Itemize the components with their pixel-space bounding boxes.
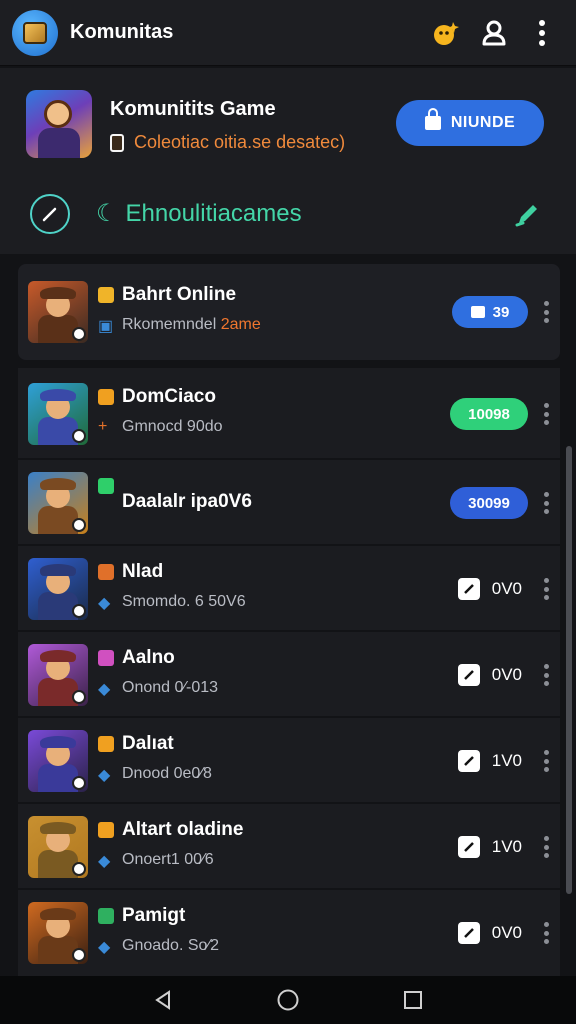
game-subtitle: Gnoado. So⁄2: [122, 937, 219, 954]
home-icon[interactable]: [268, 980, 308, 1020]
checkbox-icon[interactable]: [457, 664, 480, 686]
reward-pill-button[interactable]: 39: [452, 296, 528, 328]
game-row[interactable]: Dalıat ◆ Dnood 0e0⁄8 1V0: [18, 718, 560, 804]
game-category-icon: [98, 908, 114, 924]
row-more-icon[interactable]: [542, 403, 550, 425]
game-thumbnail: [28, 558, 88, 620]
checkbox-icon[interactable]: [457, 836, 480, 858]
badge-icon: [110, 133, 124, 152]
featured-game-subtitle: Coleotiac oitia.se desatec): [110, 132, 345, 153]
game-category-icon: [98, 478, 114, 494]
game-row[interactable]: Bahrt Online ▣ Rkomemndel 2ame 39: [18, 264, 560, 360]
app-logo-icon[interactable]: [12, 9, 58, 56]
row-more-icon[interactable]: [542, 836, 550, 858]
game-category-icon: [98, 287, 114, 303]
featured-game-card: Komunitits Game Coleotiac oitia.se desat…: [0, 68, 576, 254]
game-title: DomCiaco: [122, 386, 216, 407]
checkbox-icon[interactable]: [457, 750, 480, 772]
game-row[interactable]: Altart oladine ◆ Onoert1 00⁄6 1V0: [18, 804, 560, 890]
row-more-icon[interactable]: [542, 922, 550, 944]
game-row[interactable]: Aalno ◆ Onond 0⁄-013 0V0: [18, 632, 560, 718]
member-count: 0V0: [457, 578, 522, 600]
status-icon: ▣: [98, 318, 114, 335]
checkbox-icon[interactable]: [457, 922, 480, 944]
game-title: Aalno: [122, 647, 175, 668]
gift-icon: [470, 306, 485, 318]
game-row[interactable]: Pamigt ◆ Gnoado. So⁄2 0V0: [18, 890, 560, 976]
more-vert-icon[interactable]: [522, 13, 562, 53]
game-row[interactable]: DomCiaco + Gmnocd 90do 10098: [18, 368, 560, 460]
status-icon: ◆: [98, 595, 111, 612]
row-more-icon[interactable]: [542, 664, 550, 686]
recents-icon[interactable]: [393, 980, 433, 1020]
member-count: 0V0: [457, 922, 522, 944]
game-category-icon: [98, 650, 114, 666]
member-count: 1V0: [457, 750, 522, 772]
game-category-icon: [98, 822, 114, 838]
game-title: Nlad: [122, 561, 164, 582]
game-title: Bahrt Online: [122, 284, 237, 305]
status-icon: ◆: [98, 939, 111, 956]
game-category-icon: [98, 564, 114, 580]
game-thumbnail: [28, 383, 88, 445]
game-title: Pamigt: [122, 905, 186, 926]
featured-game-title: Komunitits Game: [110, 98, 276, 120]
unlock-button-label: NIUNDE: [450, 114, 516, 131]
featured-game-subtitle-text: Coleotiac oitia.se desatec): [134, 132, 346, 152]
game-row[interactable]: Daalalr ipa0V6 30099: [18, 460, 560, 546]
game-title: Dalıat: [122, 733, 174, 754]
game-category-icon: [98, 736, 114, 752]
game-subtitle: Gmnocd 90do: [122, 418, 223, 435]
member-count: 1V0: [457, 836, 522, 858]
system-nav-bar: [0, 976, 576, 1024]
game-subtitle: Onond 0⁄-013: [122, 679, 219, 696]
pen-icon[interactable]: [510, 196, 546, 232]
game-thumbnail: [28, 730, 88, 792]
game-thumbnail: [28, 281, 88, 343]
member-count: 0V0: [457, 664, 522, 686]
edit-icon[interactable]: [30, 194, 70, 234]
game-subtitle: Onoert1 00⁄6: [122, 851, 214, 868]
row-more-icon[interactable]: [542, 578, 550, 600]
status-icon: ◆: [98, 853, 111, 870]
game-subtitle: Rkomemndel 2ame: [122, 316, 261, 333]
game-subtitle: Smomdo. 6 50V6: [122, 593, 246, 610]
row-more-icon[interactable]: [542, 750, 550, 772]
game-title: Daalalr ipa0V6: [122, 491, 252, 512]
featured-game-image[interactable]: [26, 90, 92, 158]
game-category-icon: [98, 389, 114, 405]
app-title: Komunitas: [70, 21, 174, 43]
back-icon[interactable]: [143, 980, 183, 1020]
game-thumbnail: [28, 902, 88, 964]
section-title: ☾ Ehnoulitiacames: [96, 199, 302, 228]
status-icon: +: [98, 418, 108, 435]
notification-sparkle-icon[interactable]: [426, 13, 466, 53]
row-more-icon[interactable]: [542, 492, 550, 514]
game-row[interactable]: Nlad ◆ Smomdo. 6 50V6 0V0: [18, 546, 560, 632]
app-bar: Komunitas: [0, 0, 576, 66]
row-more-icon[interactable]: [542, 301, 550, 323]
game-thumbnail: [28, 816, 88, 878]
unlock-button[interactable]: NIUNDE: [396, 100, 544, 146]
section-title-text: Ehnoulitiacames: [125, 199, 302, 227]
lock-icon: [424, 108, 441, 130]
checkbox-icon[interactable]: [457, 578, 480, 600]
game-thumbnail: [28, 644, 88, 706]
scrollbar[interactable]: [566, 446, 572, 894]
phone-icon: ☾: [96, 200, 118, 227]
game-thumbnail: [28, 472, 88, 534]
reward-pill-button[interactable]: 10098: [450, 398, 528, 430]
status-icon: ◆: [98, 681, 111, 698]
reward-pill-button[interactable]: 30099: [450, 487, 528, 519]
game-title: Altart oladine: [122, 819, 244, 840]
game-subtitle: Dnood 0e0⁄8: [122, 765, 212, 782]
status-icon: ◆: [98, 767, 111, 784]
profile-icon[interactable]: [474, 13, 514, 53]
